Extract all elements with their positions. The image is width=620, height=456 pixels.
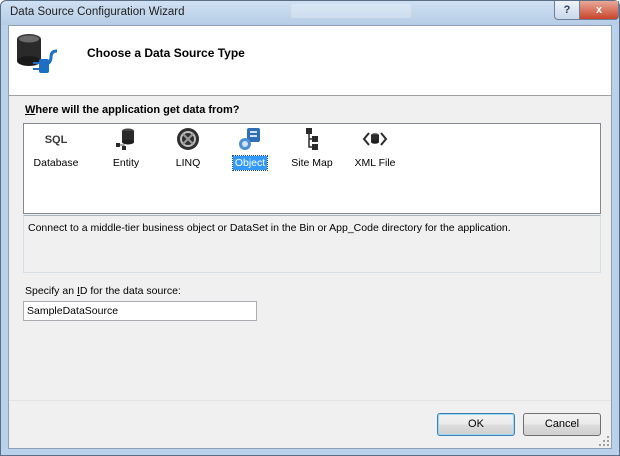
dialog-body: Choose a Data Source Type Where will the… <box>8 25 612 449</box>
help-button[interactable]: ? <box>554 1 580 20</box>
type-label-linq: LINQ <box>175 157 201 169</box>
sql-icon-text: SQL <box>45 134 68 146</box>
wizard-header: Choose a Data Source Type <box>9 26 611 96</box>
type-item-xml-file[interactable]: XML File <box>348 126 402 176</box>
close-icon: x <box>595 4 603 16</box>
data-source-plug-icon <box>17 34 58 73</box>
title-bar[interactable]: Data Source Configuration Wizard ? x <box>1 1 619 25</box>
id-label-before: Specify an <box>25 285 77 297</box>
resize-grip-icon[interactable] <box>599 436 609 446</box>
type-item-site-map[interactable]: Site Map <box>286 126 338 176</box>
xml-file-icon <box>362 132 388 146</box>
id-field-label: Specify an ID for the data source: <box>25 285 181 297</box>
type-label-site-map: Site Map <box>291 157 333 169</box>
type-label-object: Object <box>231 155 269 171</box>
window-title: Data Source Configuration Wizard <box>10 6 185 18</box>
site-map-icon <box>306 128 318 150</box>
type-item-entity[interactable]: Entity <box>100 126 152 176</box>
type-item-database[interactable]: SQL Database <box>30 126 82 176</box>
question-accelerator: W <box>25 104 36 116</box>
type-item-linq[interactable]: LINQ <box>162 126 214 176</box>
title-bar-background-artifact <box>291 4 411 18</box>
footer-separator <box>9 400 611 401</box>
object-icon <box>239 128 260 150</box>
entity-icon <box>116 128 134 150</box>
wizard-window: Data Source Configuration Wizard ? x Cho… <box>0 0 620 456</box>
data-source-id-input[interactable] <box>23 301 257 321</box>
linq-icon <box>177 128 199 150</box>
type-label-xml-file: XML File <box>354 157 396 169</box>
type-description: Connect to a middle-tier business object… <box>23 215 601 273</box>
type-item-object[interactable]: Object <box>224 126 276 176</box>
type-label-database: Database <box>33 157 79 169</box>
help-icon: ? <box>563 4 571 16</box>
close-button[interactable]: x <box>579 1 619 20</box>
question-text: here will the application get data from? <box>35 104 240 116</box>
sql-database-icon: SQL <box>45 134 68 146</box>
data-source-type-list[interactable]: SQL Database Entity LINQ Object Site Map… <box>23 123 601 214</box>
id-label-after: D for the data source: <box>79 285 181 297</box>
type-label-entity: Entity <box>112 157 140 169</box>
ok-button[interactable]: OK <box>437 413 515 436</box>
data-source-question-label: Where will the application get data from… <box>25 104 240 116</box>
page-title: Choose a Data Source Type <box>87 46 245 60</box>
cancel-button[interactable]: Cancel <box>523 413 601 436</box>
